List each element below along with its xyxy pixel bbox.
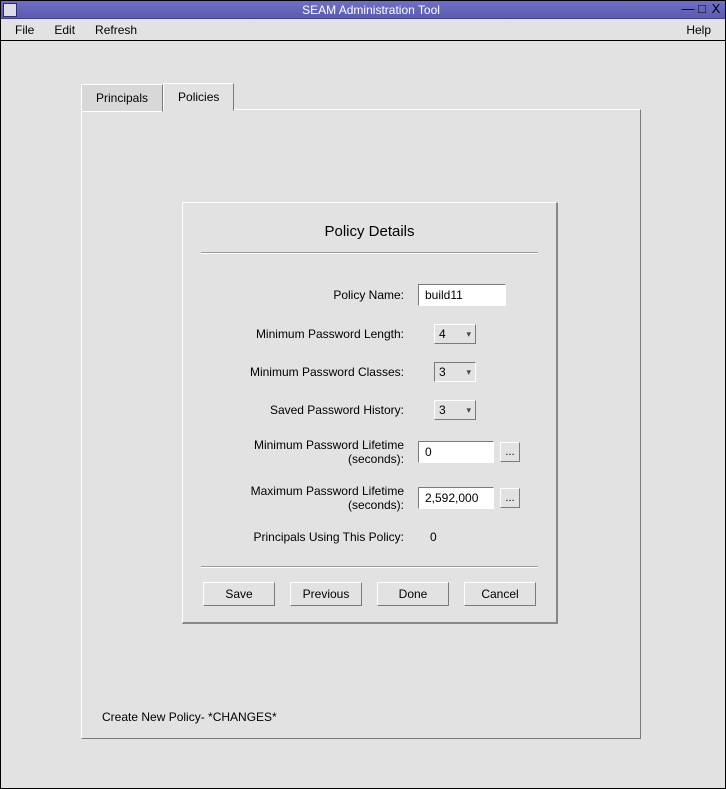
- row-min-length: Minimum Password Length: 4 ▾: [201, 324, 538, 344]
- maximize-icon[interactable]: □: [695, 2, 709, 16]
- policy-name-label: Policy Name:: [201, 288, 418, 302]
- divider-top: [201, 252, 538, 254]
- history-label: Saved Password History:: [201, 403, 418, 417]
- using-label: Principals Using This Policy:: [201, 530, 418, 544]
- chevron-down-icon: ▾: [466, 406, 471, 415]
- divider-bottom: [201, 566, 538, 568]
- max-lifetime-input[interactable]: [418, 487, 494, 509]
- min-classes-label: Minimum Password Classes:: [201, 365, 418, 379]
- minimize-icon[interactable]: —: [681, 2, 695, 16]
- status-text: Create New Policy- *CHANGES*: [102, 710, 277, 724]
- row-max-lifetime: Maximum Password Lifetime (seconds): ...: [201, 484, 538, 512]
- previous-button[interactable]: Previous: [290, 582, 362, 606]
- history-value: 3: [439, 403, 446, 417]
- min-lifetime-label: Minimum Password Lifetime (seconds):: [201, 438, 418, 466]
- seam-window: SEAM Administration Tool — □ X File Edit…: [0, 0, 726, 789]
- min-length-label: Minimum Password Length:: [201, 327, 418, 341]
- row-min-classes: Minimum Password Classes: 3 ▾: [201, 362, 538, 382]
- policy-details-card: Policy Details Policy Name: Minimum Pass…: [182, 202, 558, 624]
- row-min-lifetime: Minimum Password Lifetime (seconds): ...: [201, 438, 538, 466]
- save-button[interactable]: Save: [203, 582, 275, 606]
- tabstrip: Principals Policies: [81, 83, 234, 111]
- tab-panel-policies: Policy Details Policy Name: Minimum Pass…: [81, 109, 641, 739]
- menu-refresh[interactable]: Refresh: [85, 21, 147, 39]
- min-classes-value: 3: [439, 365, 446, 379]
- using-value: 0: [418, 530, 437, 544]
- max-lifetime-browse-button[interactable]: ...: [500, 488, 520, 508]
- system-menu-icon[interactable]: [3, 3, 17, 17]
- done-button[interactable]: Done: [377, 582, 449, 606]
- button-row: Save Previous Done Cancel: [201, 582, 538, 606]
- min-lifetime-input[interactable]: [418, 441, 494, 463]
- tab-principals[interactable]: Principals: [81, 84, 163, 112]
- row-policy-name: Policy Name:: [201, 284, 538, 306]
- chevron-down-icon: ▾: [466, 368, 471, 377]
- min-classes-spinner[interactable]: 3 ▾: [434, 362, 476, 382]
- menu-edit[interactable]: Edit: [44, 21, 85, 39]
- titlebar: SEAM Administration Tool — □ X: [1, 1, 725, 19]
- tab-policies[interactable]: Policies: [163, 83, 234, 111]
- cancel-button[interactable]: Cancel: [464, 582, 536, 606]
- policy-details-title: Policy Details: [201, 223, 538, 240]
- min-length-value: 4: [439, 327, 446, 341]
- policy-name-input[interactable]: [418, 284, 506, 306]
- row-history: Saved Password History: 3 ▾: [201, 400, 538, 420]
- menubar: File Edit Refresh Help: [1, 19, 725, 41]
- client-area: Principals Policies Policy Details Polic…: [1, 41, 725, 788]
- max-lifetime-label: Maximum Password Lifetime (seconds):: [201, 484, 418, 512]
- row-using: Principals Using This Policy: 0: [201, 530, 538, 544]
- min-length-spinner[interactable]: 4 ▾: [434, 324, 476, 344]
- menu-file[interactable]: File: [5, 21, 44, 39]
- window-controls: — □ X: [681, 2, 723, 16]
- close-icon[interactable]: X: [709, 2, 723, 16]
- min-lifetime-browse-button[interactable]: ...: [500, 442, 520, 462]
- history-spinner[interactable]: 3 ▾: [434, 400, 476, 420]
- window-title: SEAM Administration Tool: [17, 3, 725, 17]
- menu-help[interactable]: Help: [676, 21, 721, 39]
- chevron-down-icon: ▾: [466, 330, 471, 339]
